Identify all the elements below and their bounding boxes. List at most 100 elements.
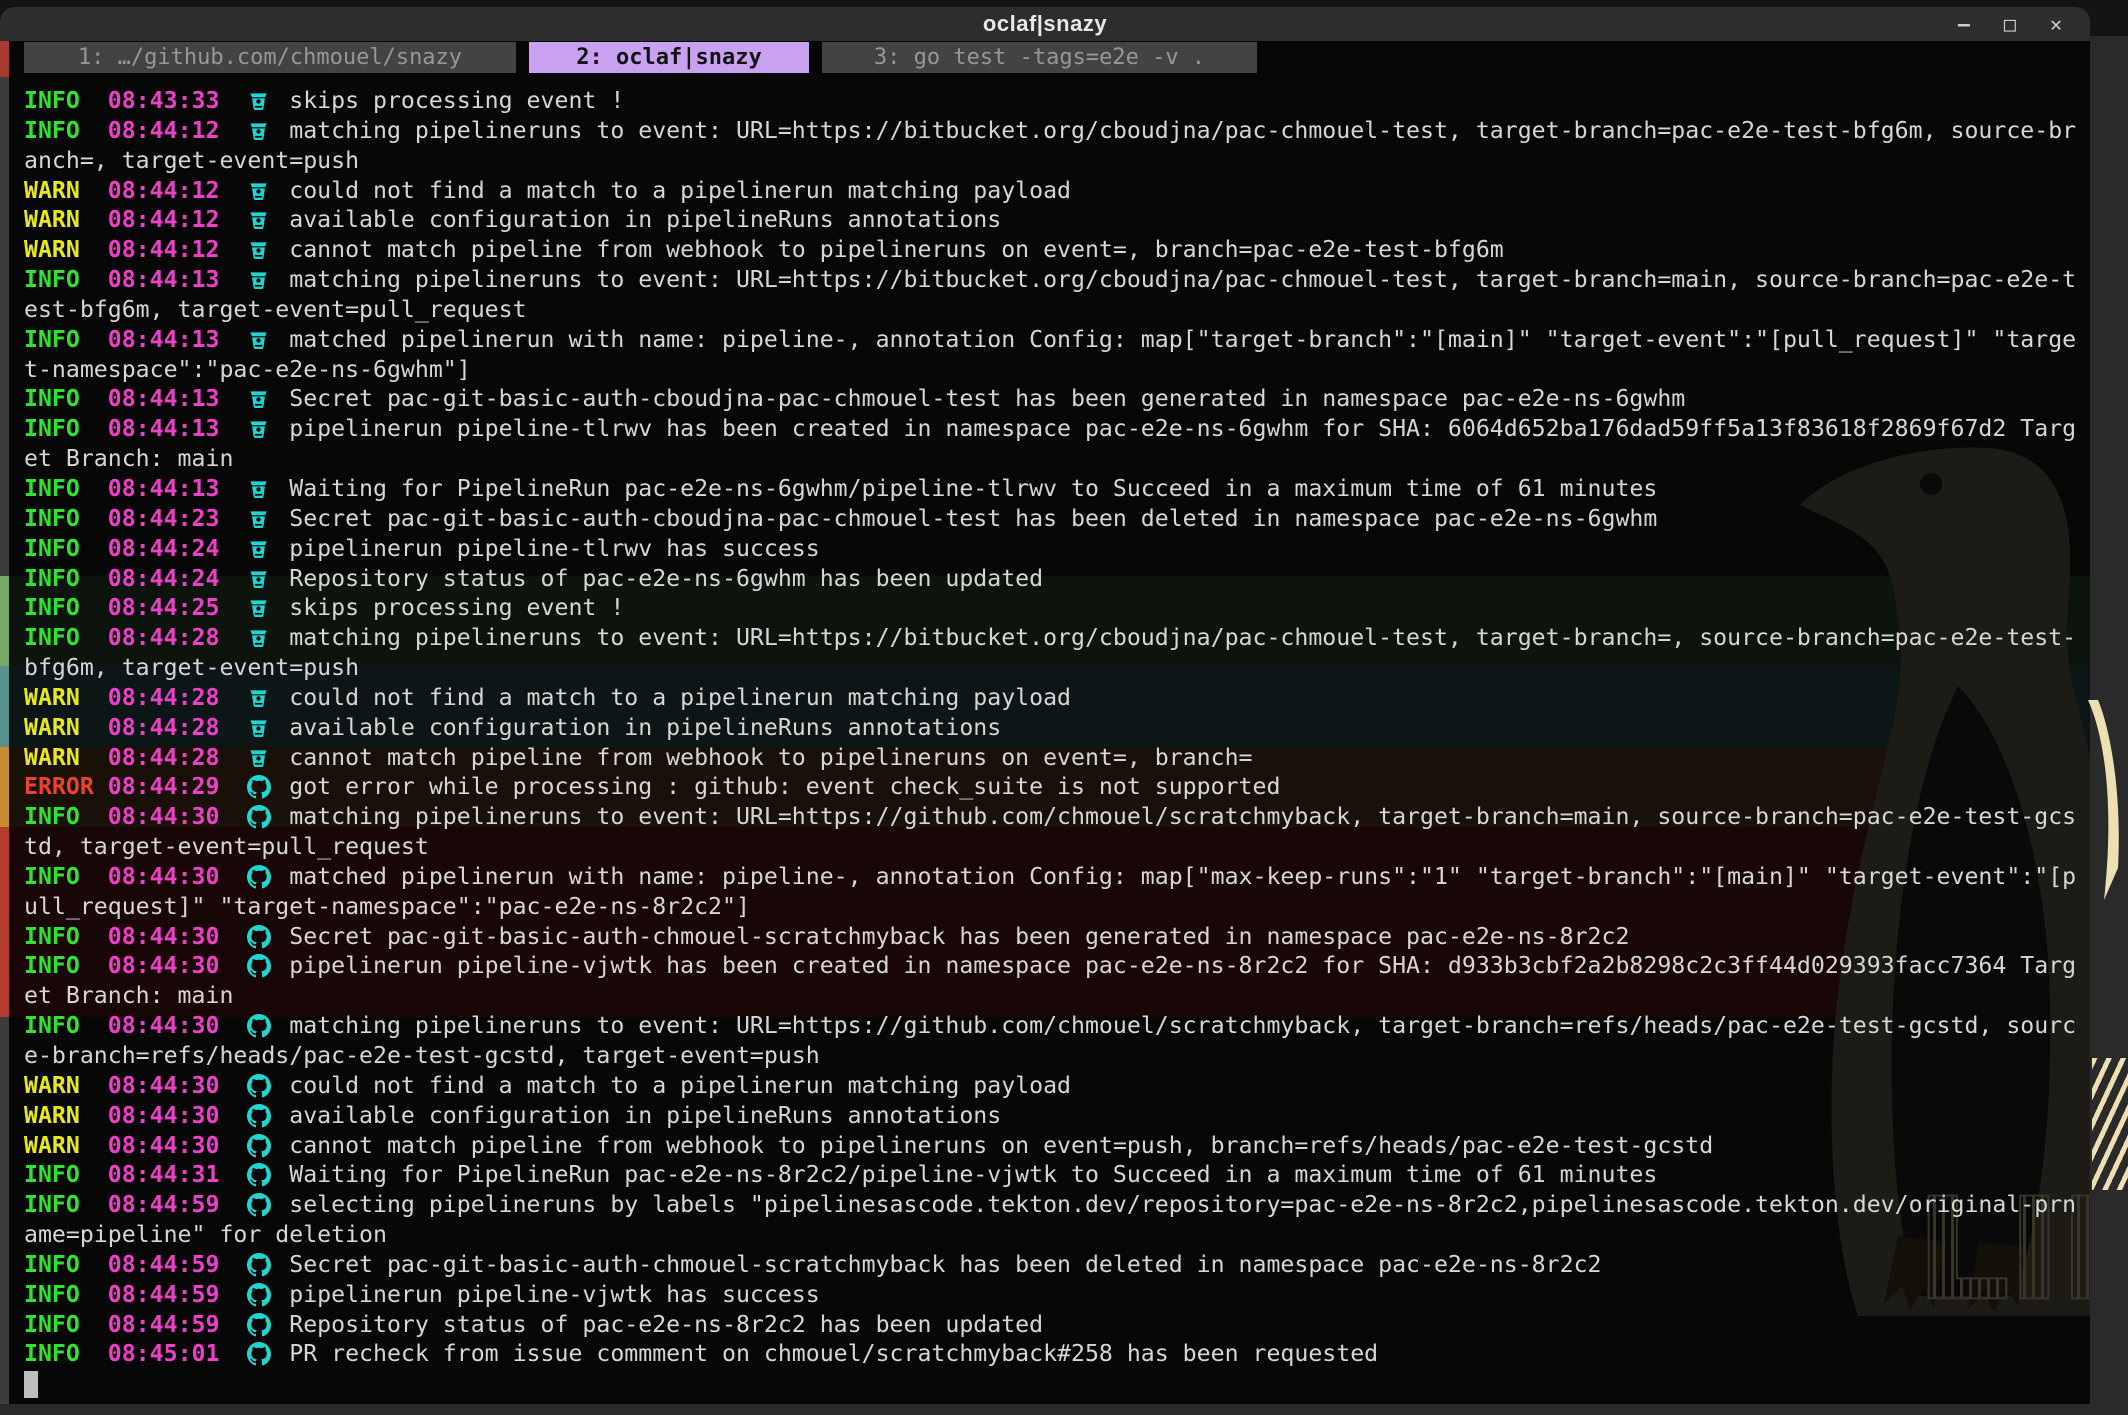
log-line: INFO 08:44:30 Secret pac-git-basic-auth-… xyxy=(24,922,2077,952)
log-level: INFO xyxy=(24,1311,108,1338)
log-timestamp: 08:43:33 xyxy=(108,87,248,114)
log-message: Secret pac-git-basic-auth-cboudjna-pac-c… xyxy=(275,385,1685,412)
log-level: WARN xyxy=(24,1132,108,1159)
terminal-cursor xyxy=(24,1371,38,1398)
terminal-window: LINUX oclaf|snazy – □ ✕ 1: …/github.com/… xyxy=(0,7,2090,1404)
log-message: PR recheck from issue commment on chmoue… xyxy=(275,1340,1378,1367)
log-line: ERROR 08:44:29 got error while processin… xyxy=(24,772,2077,802)
log-message: available configuration in pipelineRuns … xyxy=(275,1102,1001,1129)
log-line: INFO 08:44:25 skips processing event ! xyxy=(24,593,2077,623)
log-message: cannot match pipeline from webhook to pi… xyxy=(275,236,1504,263)
log-timestamp: 08:44:30 xyxy=(108,803,248,830)
log-line: WARN 08:44:28 could not find a match to … xyxy=(24,683,2077,713)
log-timestamp: 08:44:30 xyxy=(108,1012,248,1039)
log-timestamp: 08:44:28 xyxy=(108,624,248,651)
log-message: Secret pac-git-basic-auth-chmouel-scratc… xyxy=(275,1251,1601,1278)
log-message: Repository status of pac-e2e-ns-8r2c2 ha… xyxy=(275,1311,1043,1338)
log-message: matching pipelineruns to event: URL=http… xyxy=(24,803,2076,860)
log-timestamp: 08:44:28 xyxy=(108,744,248,771)
log-line: WARN 08:44:30 available configuration in… xyxy=(24,1101,2077,1131)
log-timestamp: 08:44:13 xyxy=(108,475,248,502)
log-line: INFO 08:43:33 skips processing event ! xyxy=(24,86,2077,116)
log-message: pipelinerun pipeline-vjwtk has been crea… xyxy=(24,952,2076,1009)
terminal-viewport[interactable]: INFO 08:43:33 skips processing event !IN… xyxy=(24,86,2077,1398)
log-message: got error while processing : github: eve… xyxy=(275,773,1280,800)
log-message: skips processing event ! xyxy=(275,87,624,114)
log-line: INFO 08:44:12 matching pipelineruns to e… xyxy=(24,116,2077,176)
log-level: WARN xyxy=(24,1072,108,1099)
tab-bar: 1: …/github.com/chmouel/snazy 2: oclaf|sn… xyxy=(24,42,1257,73)
log-line: WARN 08:44:28 cannot match pipeline from… xyxy=(24,743,2077,773)
log-message: Repository status of pac-e2e-ns-6gwhm ha… xyxy=(275,565,1043,592)
github-icon xyxy=(247,862,275,892)
bitbucket-icon xyxy=(247,384,275,414)
log-timestamp: 08:44:24 xyxy=(108,565,248,592)
log-message: matching pipelineruns to event: URL=http… xyxy=(24,624,2076,681)
log-level: INFO xyxy=(24,1012,108,1039)
log-line: INFO 08:44:31 Waiting for PipelineRun pa… xyxy=(24,1160,2077,1190)
log-message: cannot match pipeline from webhook to pi… xyxy=(275,1132,1713,1159)
log-timestamp: 08:44:12 xyxy=(108,236,248,263)
log-line: INFO 08:44:30 matching pipelineruns to e… xyxy=(24,802,2077,862)
log-timestamp: 08:44:30 xyxy=(108,1102,248,1129)
minimize-button[interactable]: – xyxy=(1958,7,1970,41)
log-line: INFO 08:44:28 matching pipelineruns to e… xyxy=(24,623,2077,683)
github-icon xyxy=(247,1131,275,1161)
log-level: INFO xyxy=(24,594,108,621)
log-message: cannot match pipeline from webhook to pi… xyxy=(275,744,1252,771)
bitbucket-icon xyxy=(247,564,275,594)
wallpaper-edge-strip xyxy=(0,41,9,1404)
log-message: selecting pipelineruns by labels "pipeli… xyxy=(24,1191,2076,1248)
github-icon xyxy=(247,1280,275,1310)
tab-2[interactable]: 2: oclaf|snazy xyxy=(529,42,809,73)
github-icon xyxy=(247,1339,275,1369)
bitbucket-icon xyxy=(247,86,275,116)
log-level: WARN xyxy=(24,744,108,771)
tab-1[interactable]: 1: …/github.com/chmouel/snazy xyxy=(24,42,516,73)
window-controls: – □ ✕ xyxy=(1958,7,2062,41)
log-timestamp: 08:44:13 xyxy=(108,385,248,412)
log-level: WARN xyxy=(24,177,108,204)
log-timestamp: 08:44:29 xyxy=(108,773,248,800)
window-title: oclaf|snazy xyxy=(983,11,1107,37)
log-level: INFO xyxy=(24,266,108,293)
log-line: INFO 08:44:13 Secret pac-git-basic-auth-… xyxy=(24,384,2077,414)
log-message: Waiting for PipelineRun pac-e2e-ns-6gwhm… xyxy=(275,475,1657,502)
log-message: Waiting for PipelineRun pac-e2e-ns-8r2c2… xyxy=(275,1161,1657,1188)
penguin-wing-highlight xyxy=(2082,700,2122,900)
log-level: INFO xyxy=(24,1281,108,1308)
bitbucket-icon xyxy=(247,235,275,265)
github-icon xyxy=(247,922,275,952)
github-icon xyxy=(247,772,275,802)
log-timestamp: 08:44:13 xyxy=(108,266,248,293)
titlebar[interactable]: oclaf|snazy xyxy=(0,7,2090,41)
maximize-button[interactable]: □ xyxy=(2004,7,2016,41)
log-line: INFO 08:44:59 Secret pac-git-basic-auth-… xyxy=(24,1250,2077,1280)
log-timestamp: 08:44:25 xyxy=(108,594,248,621)
bitbucket-icon xyxy=(247,176,275,206)
github-icon xyxy=(247,1101,275,1131)
log-timestamp: 08:44:12 xyxy=(108,117,248,144)
log-level: INFO xyxy=(24,624,108,651)
log-line: INFO 08:44:30 matched pipelinerun with n… xyxy=(24,862,2077,922)
bitbucket-icon xyxy=(247,504,275,534)
tab-3[interactable]: 3: go test -tags=e2e -v . xyxy=(822,42,1257,73)
github-icon xyxy=(247,1310,275,1340)
log-level: INFO xyxy=(24,385,108,412)
log-level: INFO xyxy=(24,415,108,442)
log-level: WARN xyxy=(24,1102,108,1129)
log-message: pipelinerun pipeline-tlrwv has been crea… xyxy=(24,415,2076,472)
log-level: INFO xyxy=(24,87,108,114)
log-message: matching pipelineruns to event: URL=http… xyxy=(24,117,2076,174)
log-level: WARN xyxy=(24,236,108,263)
log-message: pipelinerun pipeline-vjwtk has success xyxy=(275,1281,819,1308)
linux-watermark-x-overhang xyxy=(2092,1058,2128,1190)
close-button[interactable]: ✕ xyxy=(2050,7,2062,41)
log-level: INFO xyxy=(24,1251,108,1278)
log-timestamp: 08:44:31 xyxy=(108,1161,248,1188)
log-message: skips processing event ! xyxy=(275,594,624,621)
bitbucket-icon xyxy=(247,593,275,623)
wallpaper-stripe-red xyxy=(0,827,9,1017)
log-level: ERROR xyxy=(24,773,108,800)
log-line: WARN 08:44:12 available configuration in… xyxy=(24,205,2077,235)
